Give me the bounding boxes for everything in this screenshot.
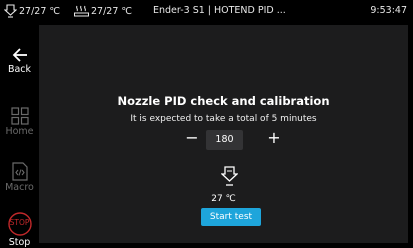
sidebar-item-stop[interactable]: STOP Stop	[0, 212, 39, 248]
page-subtitle: It is expected to take a total of 5 minu…	[130, 114, 317, 124]
status-bar: 27/27 ℃ 27/27 ℃ Ender-3 S1 | HOTEND PID …	[0, 0, 413, 22]
printer-title: Ender-3 S1 | HOTEND PID ...	[153, 5, 286, 16]
heated-bed-icon	[74, 4, 89, 18]
sidebar-item-label: Stop	[8, 237, 31, 248]
target-temp-input[interactable]: 180	[206, 130, 243, 150]
back-arrow-icon	[12, 47, 28, 63]
start-test-button[interactable]: Start test	[201, 208, 261, 226]
sidebar-item-label: Macro	[5, 182, 34, 193]
decrement-button[interactable]: −	[182, 129, 202, 149]
increment-button[interactable]: +	[264, 129, 284, 149]
sidebar-item-label: Home	[5, 126, 34, 137]
stop-badge-text: STOP	[9, 218, 30, 227]
clock: 9:53:47	[370, 5, 407, 16]
bed-temp-text: 27/27 ℃	[91, 5, 133, 17]
nozzle-temp-text: 27/27 ℃	[19, 5, 61, 17]
nozzle-icon	[4, 4, 17, 18]
current-nozzle-temp: 27 ℃	[211, 194, 236, 204]
sidebar: Back Home Macro STOP Stop	[0, 22, 39, 248]
page-title: Nozzle PID check and calibration	[117, 94, 330, 108]
pid-calibration-panel: Nozzle PID check and calibration It is e…	[39, 25, 408, 243]
stop-icon: STOP	[7, 212, 32, 236]
sidebar-item-macro[interactable]: Macro	[0, 162, 39, 193]
bed-temp-status: 27/27 ℃	[74, 4, 132, 18]
nozzle-icon	[220, 166, 239, 192]
macro-icon	[11, 162, 29, 181]
sidebar-item-label: Back	[7, 64, 32, 75]
sidebar-item-back[interactable]: Back	[0, 47, 39, 75]
sidebar-item-home[interactable]: Home	[0, 107, 39, 137]
nozzle-temp-status: 27/27 ℃	[4, 4, 60, 18]
home-grid-icon	[10, 107, 29, 125]
